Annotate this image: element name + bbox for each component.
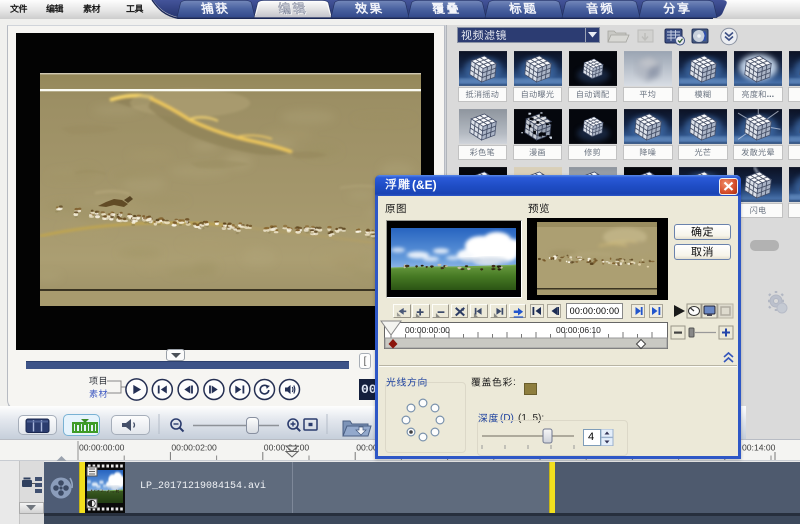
svg-text:00:14:00: 00:14:00	[742, 443, 776, 453]
svg-text:00:00:02:00: 00:00:02:00	[171, 443, 217, 453]
svg-text:00:00:00:00: 00:00:00:00	[79, 443, 125, 453]
